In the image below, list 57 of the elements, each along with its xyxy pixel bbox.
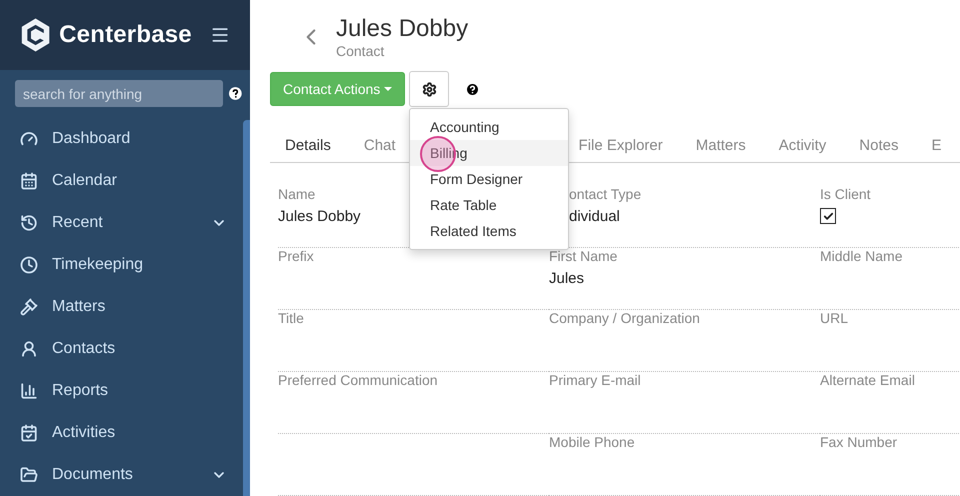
- sidebar-item[interactable]: Dashboard: [0, 118, 242, 160]
- history-icon: [20, 214, 38, 232]
- field-label: Preferred Communication: [278, 372, 439, 388]
- tab[interactable]: Details: [270, 137, 349, 154]
- check-icon: [822, 210, 834, 222]
- help-icon[interactable]: [465, 82, 480, 96]
- sidebar-item[interactable]: Contacts: [0, 328, 242, 370]
- field-label: Mobile Phone: [549, 434, 636, 450]
- tab[interactable]: Matters: [680, 137, 764, 154]
- user-icon: [20, 340, 38, 358]
- folder-icon: [20, 466, 38, 484]
- settings-button[interactable]: [409, 71, 450, 107]
- tab[interactable]: E: [916, 137, 942, 154]
- brand-name: Centerbase: [59, 21, 192, 49]
- clock-icon: [20, 256, 38, 274]
- field-label: Prefix: [278, 248, 315, 264]
- gavel-icon: [20, 298, 38, 316]
- field-value: Jules: [549, 270, 586, 287]
- menu-item[interactable]: Form Designer: [410, 166, 568, 192]
- logo-icon: [20, 16, 52, 54]
- gauge-icon: [20, 130, 38, 148]
- field-label: First Name: [549, 248, 618, 264]
- field-label: Company / Organization: [549, 310, 701, 326]
- field-label: Name: [278, 186, 316, 202]
- sidebar-item[interactable]: Timekeeping: [0, 244, 242, 286]
- field-label: URL: [820, 310, 850, 326]
- menu-item[interactable]: Related Items: [410, 218, 568, 244]
- menu-item[interactable]: Rate Table: [410, 192, 568, 218]
- field-label: ontact Type: [569, 186, 642, 202]
- page-subtitle: Contact: [336, 43, 386, 59]
- sidebar-item[interactable]: Matters: [0, 286, 242, 328]
- page-title: Jules Dobby: [336, 15, 468, 43]
- field-value: dividual: [569, 208, 621, 225]
- sidebar-item[interactable]: Activities: [0, 412, 242, 454]
- field-value: Jules Dobby: [278, 208, 362, 225]
- checkbox[interactable]: [820, 208, 836, 224]
- sidebar-item[interactable]: Documents: [0, 454, 242, 496]
- field-label: Middle Name: [820, 248, 904, 264]
- bar-chart-icon: [20, 382, 38, 400]
- field-label: Fax Number: [820, 434, 898, 450]
- caret-icon: [384, 87, 392, 91]
- sidebar-item[interactable]: Calendar: [0, 160, 242, 202]
- menu-item[interactable]: Accounting: [410, 114, 568, 140]
- settings-icon: [422, 82, 437, 96]
- field-label: Title: [278, 310, 305, 326]
- tab[interactable]: Activity: [764, 137, 844, 154]
- scrollbar[interactable]: [243, 120, 250, 496]
- calendar-icon: [20, 172, 38, 190]
- sidebar-item[interactable]: Recent: [0, 202, 242, 244]
- sidebar-item[interactable]: Reports: [0, 370, 242, 412]
- search-field[interactable]: search for anything: [15, 80, 224, 107]
- field-label: Primary E-mail: [549, 372, 642, 388]
- tab[interactable]: Notes: [844, 137, 916, 154]
- calendar-icon: [20, 424, 38, 442]
- help-icon[interactable]: [229, 87, 242, 100]
- field-label: Is Client: [820, 186, 872, 202]
- field-label: Alternate Email: [820, 372, 916, 388]
